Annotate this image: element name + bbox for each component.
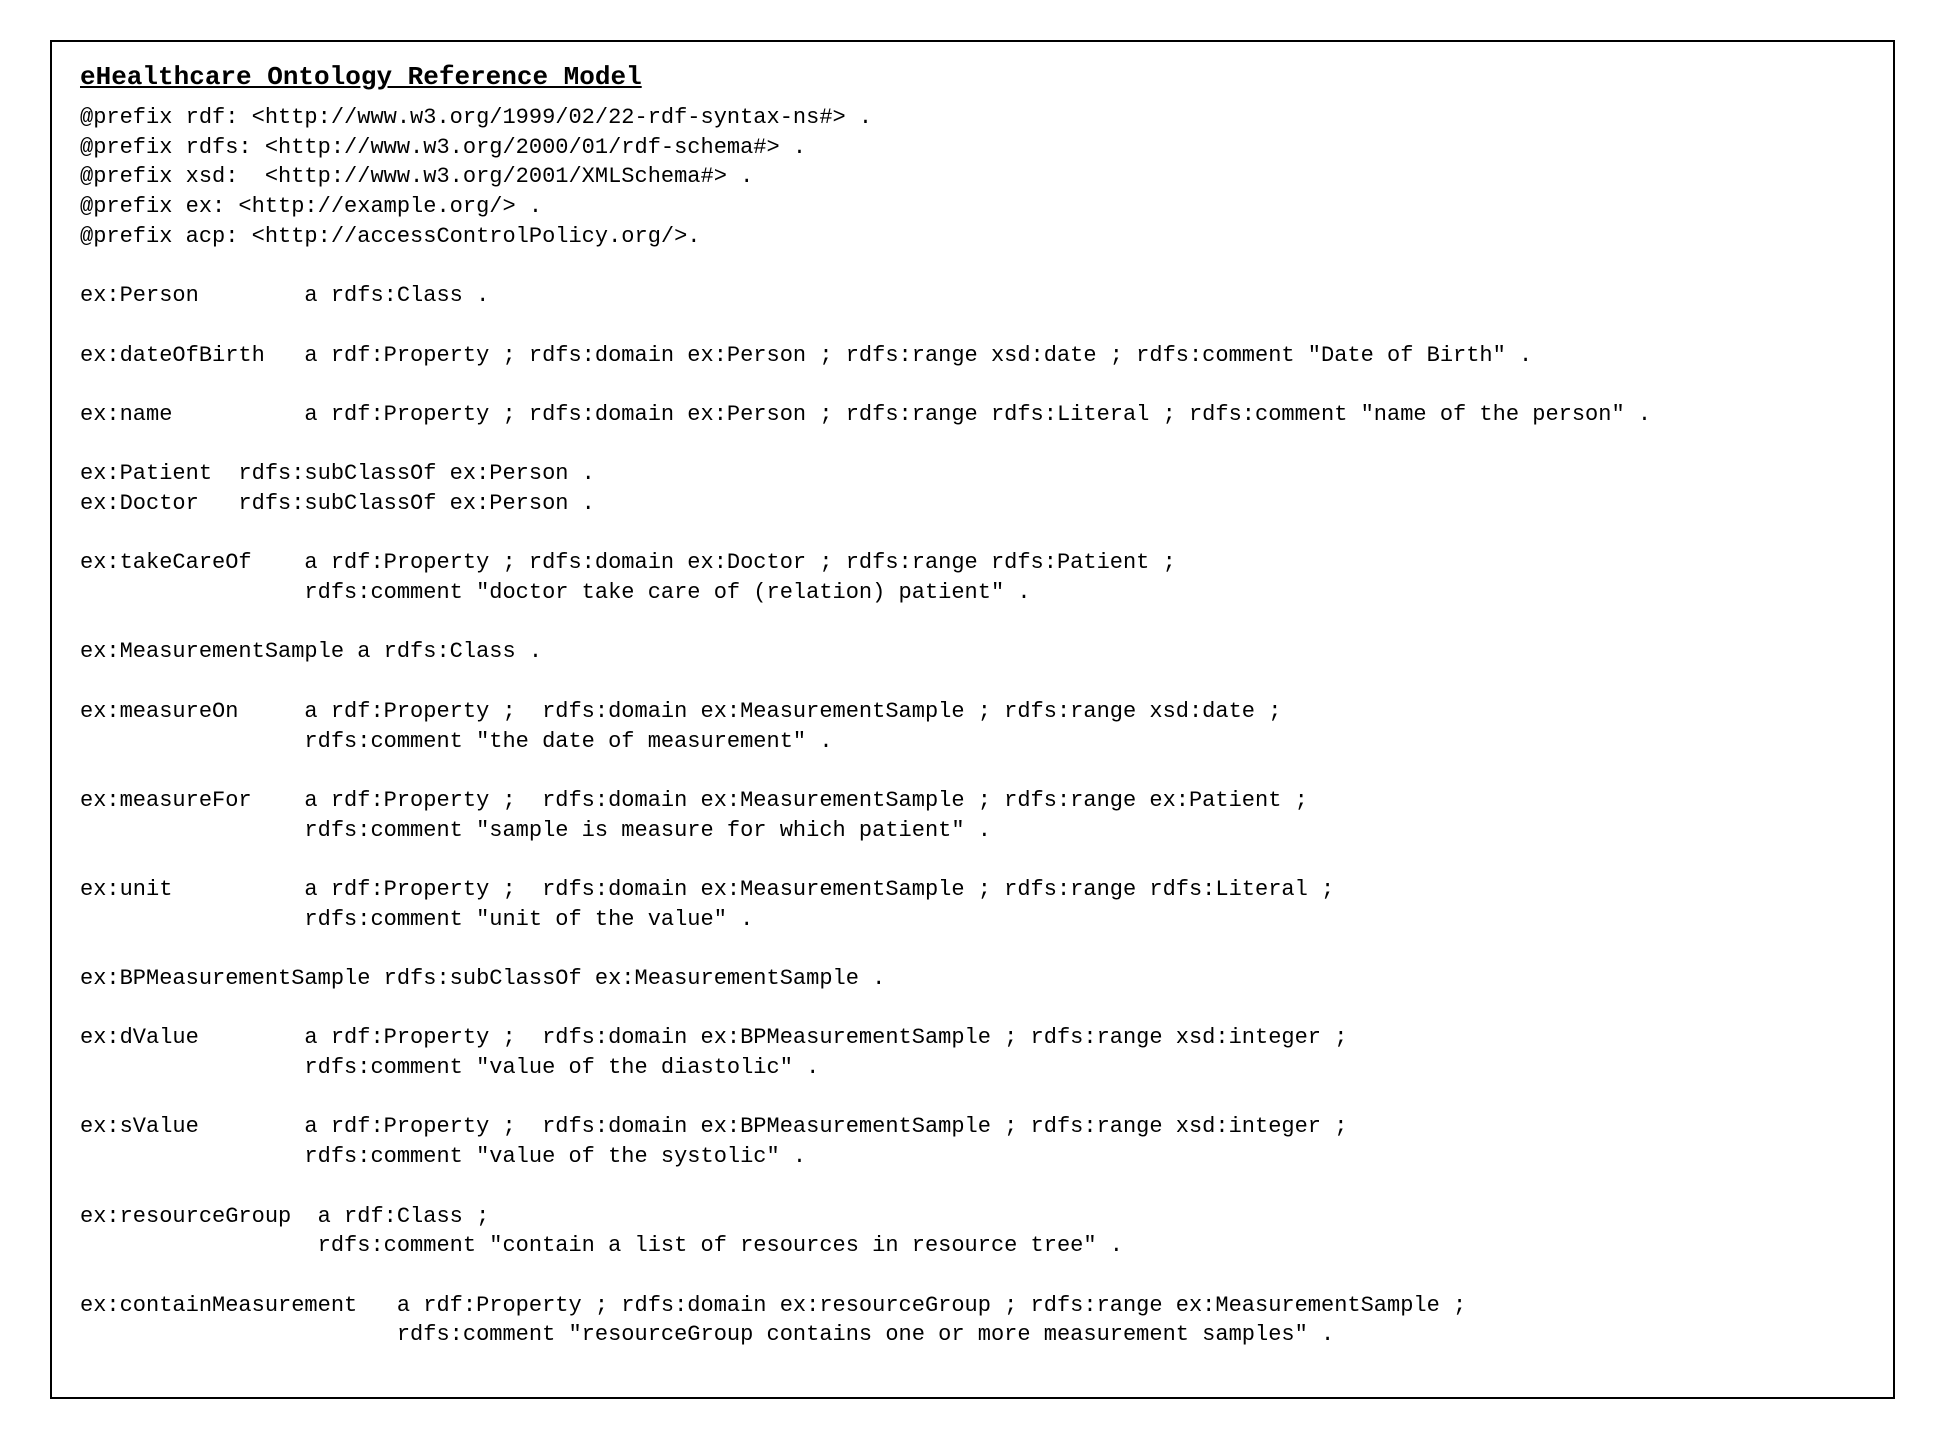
page: eHealthcare Ontology Reference Model @pr… xyxy=(0,0,1945,1439)
code-block: @prefix rdf: <http://www.w3.org/1999/02/… xyxy=(80,105,1651,1347)
title: eHealthcare Ontology Reference Model xyxy=(80,60,642,95)
ontology-box: eHealthcare Ontology Reference Model @pr… xyxy=(50,40,1895,1399)
